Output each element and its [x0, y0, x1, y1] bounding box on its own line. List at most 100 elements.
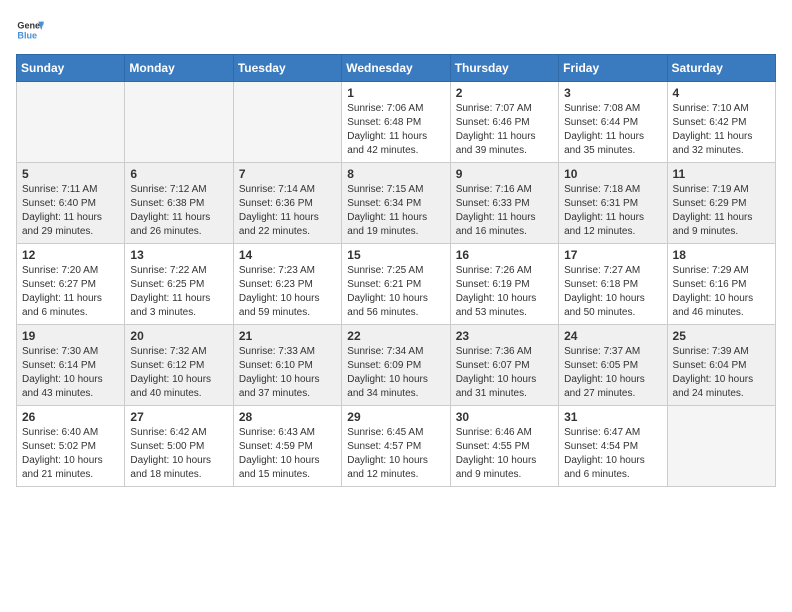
day-number: 1	[347, 86, 444, 100]
calendar-cell: 2 Sunrise: 7:07 AM Sunset: 6:46 PM Daylig…	[450, 82, 558, 163]
calendar-week-row: 26 Sunrise: 6:40 AM Sunset: 5:02 PM Dayli…	[17, 406, 776, 487]
calendar-week-row: 19 Sunrise: 7:30 AM Sunset: 6:14 PM Dayli…	[17, 325, 776, 406]
day-info: Sunrise: 7:18 AM Sunset: 6:31 PM Dayligh…	[564, 183, 661, 239]
day-number: 10	[564, 167, 661, 181]
day-number: 16	[456, 248, 553, 262]
day-number: 4	[673, 86, 770, 100]
calendar-cell	[667, 406, 775, 487]
day-number: 26	[22, 410, 119, 424]
calendar-week-row: 1 Sunrise: 7:06 AM Sunset: 6:48 PM Daylig…	[17, 82, 776, 163]
day-info: Sunrise: 7:34 AM Sunset: 6:09 PM Dayligh…	[347, 345, 444, 401]
column-header-wednesday: Wednesday	[342, 55, 450, 82]
day-number: 6	[130, 167, 227, 181]
day-number: 9	[456, 167, 553, 181]
column-header-friday: Friday	[559, 55, 667, 82]
day-number: 2	[456, 86, 553, 100]
day-info: Sunrise: 7:12 AM Sunset: 6:38 PM Dayligh…	[130, 183, 227, 239]
calendar-cell: 14Sunrise: 7:23 AM Sunset: 6:23 PM Dayli…	[233, 244, 341, 325]
day-number: 19	[22, 329, 119, 343]
column-header-tuesday: Tuesday	[233, 55, 341, 82]
day-number: 25	[673, 329, 770, 343]
day-info: Sunrise: 7:37 AM Sunset: 6:05 PM Dayligh…	[564, 345, 661, 401]
column-header-thursday: Thursday	[450, 55, 558, 82]
day-number: 3	[564, 86, 661, 100]
calendar-cell: 16 Sunrise: 7:26 AM Sunset: 6:19 PM Dayli…	[450, 244, 558, 325]
day-number: 28	[239, 410, 336, 424]
calendar-header-row: SundayMondayTuesdayWednesdayThursdayFrid…	[17, 55, 776, 82]
logo: General Blue	[16, 16, 44, 44]
column-header-monday: Monday	[125, 55, 233, 82]
day-info: Sunrise: 7:06 AM Sunset: 6:48 PM Dayligh…	[347, 102, 444, 158]
day-number: 24	[564, 329, 661, 343]
day-info: Sunrise: 7:19 AM Sunset: 6:29 PM Dayligh…	[673, 183, 770, 239]
calendar-cell	[17, 82, 125, 163]
calendar-cell: 13 Sunrise: 7:22 AM Sunset: 6:25 PM Dayli…	[125, 244, 233, 325]
day-number: 31	[564, 410, 661, 424]
day-info: Sunrise: 6:43 AM Sunset: 4:59 PM Dayligh…	[239, 426, 336, 482]
calendar-cell: 28 Sunrise: 6:43 AM Sunset: 4:59 PM Dayli…	[233, 406, 341, 487]
logo-icon: General Blue	[16, 16, 44, 44]
calendar-cell: 31 Sunrise: 6:47 AM Sunset: 4:54 PM Dayli…	[559, 406, 667, 487]
column-header-saturday: Saturday	[667, 55, 775, 82]
day-number: 15	[347, 248, 444, 262]
day-number: 27	[130, 410, 227, 424]
calendar-cell: 25 Sunrise: 7:39 AM Sunset: 6:04 PM Dayli…	[667, 325, 775, 406]
day-info: Sunrise: 7:20 AM Sunset: 6:27 PM Dayligh…	[22, 264, 119, 320]
day-info: Sunrise: 7:10 AM Sunset: 6:42 PM Dayligh…	[673, 102, 770, 158]
calendar-cell: 5 Sunrise: 7:11 AM Sunset: 6:40 PM Daylig…	[17, 163, 125, 244]
calendar-cell: 15 Sunrise: 7:25 AM Sunset: 6:21 PM Dayli…	[342, 244, 450, 325]
day-info: Sunrise: 7:26 AM Sunset: 6:19 PM Dayligh…	[456, 264, 553, 320]
calendar-cell: 17Sunrise: 7:27 AM Sunset: 6:18 PM Dayli…	[559, 244, 667, 325]
day-number: 5	[22, 167, 119, 181]
calendar-cell: 10 Sunrise: 7:18 AM Sunset: 6:31 PM Dayli…	[559, 163, 667, 244]
calendar-cell	[125, 82, 233, 163]
day-number: 14	[239, 248, 336, 262]
day-number: 29	[347, 410, 444, 424]
calendar-cell: 30Sunrise: 6:46 AM Sunset: 4:55 PM Dayli…	[450, 406, 558, 487]
calendar-cell: 9 Sunrise: 7:16 AM Sunset: 6:33 PM Daylig…	[450, 163, 558, 244]
day-info: Sunrise: 7:07 AM Sunset: 6:46 PM Dayligh…	[456, 102, 553, 158]
calendar-cell: 19 Sunrise: 7:30 AM Sunset: 6:14 PM Dayli…	[17, 325, 125, 406]
day-info: Sunrise: 6:40 AM Sunset: 5:02 PM Dayligh…	[22, 426, 119, 482]
day-info: Sunrise: 7:22 AM Sunset: 6:25 PM Dayligh…	[130, 264, 227, 320]
day-number: 7	[239, 167, 336, 181]
calendar-cell: 23 Sunrise: 7:36 AM Sunset: 6:07 PM Dayli…	[450, 325, 558, 406]
day-info: Sunrise: 7:11 AM Sunset: 6:40 PM Dayligh…	[22, 183, 119, 239]
day-info: Sunrise: 7:25 AM Sunset: 6:21 PM Dayligh…	[347, 264, 444, 320]
calendar-cell: 29 Sunrise: 6:45 AM Sunset: 4:57 PM Dayli…	[342, 406, 450, 487]
day-number: 17	[564, 248, 661, 262]
day-info: Sunrise: 7:30 AM Sunset: 6:14 PM Dayligh…	[22, 345, 119, 401]
day-info: Sunrise: 7:39 AM Sunset: 6:04 PM Dayligh…	[673, 345, 770, 401]
calendar-cell: 6 Sunrise: 7:12 AM Sunset: 6:38 PM Daylig…	[125, 163, 233, 244]
day-number: 12	[22, 248, 119, 262]
calendar-cell: 22 Sunrise: 7:34 AM Sunset: 6:09 PM Dayli…	[342, 325, 450, 406]
day-info: Sunrise: 6:45 AM Sunset: 4:57 PM Dayligh…	[347, 426, 444, 482]
day-number: 11	[673, 167, 770, 181]
day-info: Sunrise: 7:14 AM Sunset: 6:36 PM Dayligh…	[239, 183, 336, 239]
calendar-cell: 24 Sunrise: 7:37 AM Sunset: 6:05 PM Dayli…	[559, 325, 667, 406]
day-info: Sunrise: 7:16 AM Sunset: 6:33 PM Dayligh…	[456, 183, 553, 239]
calendar-cell: 8Sunrise: 7:15 AM Sunset: 6:34 PM Daylig…	[342, 163, 450, 244]
day-number: 21	[239, 329, 336, 343]
day-number: 23	[456, 329, 553, 343]
day-info: Sunrise: 6:47 AM Sunset: 4:54 PM Dayligh…	[564, 426, 661, 482]
day-number: 22	[347, 329, 444, 343]
calendar-cell: 7 Sunrise: 7:14 AM Sunset: 6:36 PM Daylig…	[233, 163, 341, 244]
day-number: 18	[673, 248, 770, 262]
calendar-cell: 3 Sunrise: 7:08 AM Sunset: 6:44 PM Daylig…	[559, 82, 667, 163]
day-number: 8	[347, 167, 444, 181]
day-info: Sunrise: 7:29 AM Sunset: 6:16 PM Dayligh…	[673, 264, 770, 320]
day-info: Sunrise: 7:33 AM Sunset: 6:10 PM Dayligh…	[239, 345, 336, 401]
calendar-cell: 26 Sunrise: 6:40 AM Sunset: 5:02 PM Dayli…	[17, 406, 125, 487]
calendar-cell: 1 Sunrise: 7:06 AM Sunset: 6:48 PM Daylig…	[342, 82, 450, 163]
day-info: Sunrise: 6:46 AM Sunset: 4:55 PM Dayligh…	[456, 426, 553, 482]
day-info: Sunrise: 6:42 AM Sunset: 5:00 PM Dayligh…	[130, 426, 227, 482]
calendar-table: SundayMondayTuesdayWednesdayThursdayFrid…	[16, 54, 776, 487]
day-number: 13	[130, 248, 227, 262]
day-info: Sunrise: 7:36 AM Sunset: 6:07 PM Dayligh…	[456, 345, 553, 401]
calendar-week-row: 5 Sunrise: 7:11 AM Sunset: 6:40 PM Daylig…	[17, 163, 776, 244]
calendar-cell: 12 Sunrise: 7:20 AM Sunset: 6:27 PM Dayli…	[17, 244, 125, 325]
day-info: Sunrise: 7:08 AM Sunset: 6:44 PM Dayligh…	[564, 102, 661, 158]
calendar-cell	[233, 82, 341, 163]
calendar-cell: 11 Sunrise: 7:19 AM Sunset: 6:29 PM Dayli…	[667, 163, 775, 244]
